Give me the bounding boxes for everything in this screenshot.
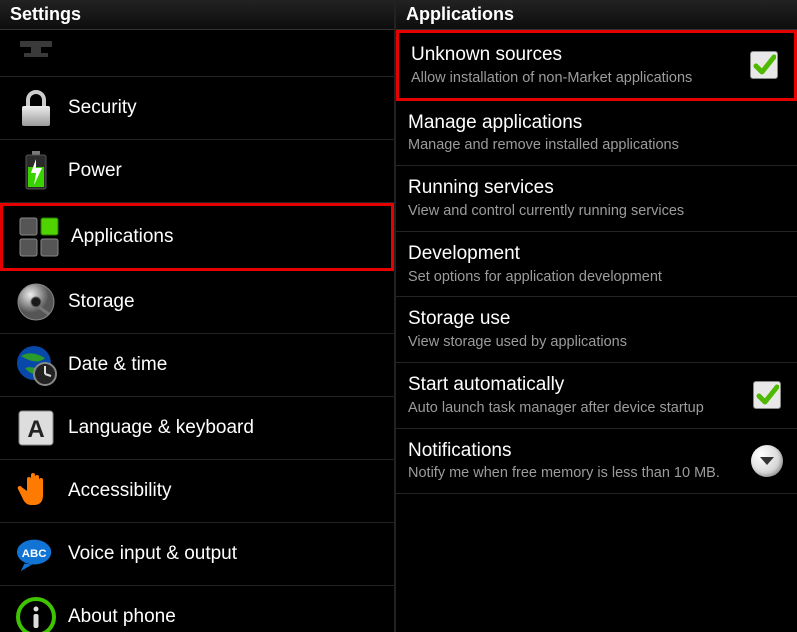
settings-item-lang[interactable]: A Language & keyboard [0, 397, 394, 460]
settings-item-voice[interactable]: ABC Voice input & output [0, 523, 394, 586]
settings-item-about[interactable]: About phone [0, 586, 394, 632]
checkbox-checked-icon[interactable] [753, 381, 781, 409]
settings-item-label: Storage [68, 290, 380, 314]
settings-item-applications[interactable]: Applications [0, 203, 394, 271]
apps-icon [18, 216, 60, 258]
settings-panel: Settings Security Power Applications Storag… [0, 0, 396, 632]
app-item-dev[interactable]: Development Set options for application d… [396, 232, 797, 298]
app-item-title: Manage applications [408, 111, 783, 135]
settings-item-power[interactable]: Power [0, 140, 394, 203]
monitor-icon [15, 30, 57, 72]
battery-icon [15, 150, 57, 192]
settings-item-truncated[interactable] [0, 30, 394, 77]
voice-icon: ABC [15, 533, 57, 575]
app-item-subtitle: Allow installation of non-Market applica… [411, 69, 736, 88]
svg-text:ABC: ABC [22, 548, 47, 560]
svg-text:A: A [27, 416, 44, 443]
app-item-manage[interactable]: Manage applicationsManage and remove ins… [396, 101, 797, 167]
app-item-title: Development [408, 242, 783, 266]
app-item-title: Running services [408, 176, 783, 200]
applications-panel: Applications Unknown sources Allow instal… [396, 0, 797, 632]
settings-item-label: About phone [68, 605, 380, 629]
app-item-title: Start automatically [408, 373, 739, 397]
settings-item-label: Language & keyboard [68, 416, 380, 440]
settings-header: Settings [0, 0, 394, 30]
app-item-title: Storage use [408, 307, 783, 331]
applications-header: Applications [396, 0, 797, 30]
app-item-title: Unknown sources [411, 43, 736, 67]
app-item-subtitle: Manage and remove installed applications [408, 136, 783, 155]
app-item-subtitle: View and control currently running servi… [408, 202, 783, 221]
checkbox-checked-icon[interactable] [750, 51, 778, 79]
dropdown-icon[interactable] [751, 445, 783, 477]
letterA-icon: A [15, 407, 57, 449]
info-icon [15, 596, 57, 632]
settings-item-label: Accessibility [68, 479, 380, 503]
settings-item-label: Date & time [68, 353, 380, 377]
app-item-storage[interactable]: Storage use View storage used by applicat… [396, 297, 797, 363]
app-item-subtitle: Auto launch task manager after device st… [408, 399, 739, 418]
app-item-running[interactable]: Running services View and control current… [396, 166, 797, 232]
settings-item-accessibility[interactable]: Accessibility [0, 460, 394, 523]
settings-item-label: Voice input & output [68, 542, 380, 566]
settings-item-datetime[interactable]: Date & time [0, 334, 394, 397]
hand-icon [15, 470, 57, 512]
applications-list: Unknown sources Allow installation of non… [396, 30, 797, 632]
disk-icon [15, 281, 57, 323]
app-item-subtitle: Set options for application development [408, 268, 783, 287]
app-item-subtitle: View storage used by applications [408, 333, 783, 352]
lock-icon [15, 87, 57, 129]
settings-item-storage[interactable]: Storage [0, 271, 394, 334]
app-item-startauto[interactable]: Start automatically Auto launch task mana… [396, 363, 797, 429]
settings-list: Security Power Applications Storage Date & t… [0, 30, 394, 632]
globe-icon [15, 344, 57, 386]
settings-item-label: Power [68, 159, 380, 183]
app-item-unknown[interactable]: Unknown sources Allow installation of non… [396, 30, 797, 101]
settings-item-security[interactable]: Security [0, 77, 394, 140]
app-item-title: Notifications [408, 439, 739, 463]
settings-item-label: Applications [71, 225, 377, 249]
settings-item-label: Security [68, 96, 380, 120]
app-item-subtitle: Notify me when free memory is less than … [408, 464, 739, 483]
app-item-notif[interactable]: NotificationsNotify me when free memory … [396, 429, 797, 495]
